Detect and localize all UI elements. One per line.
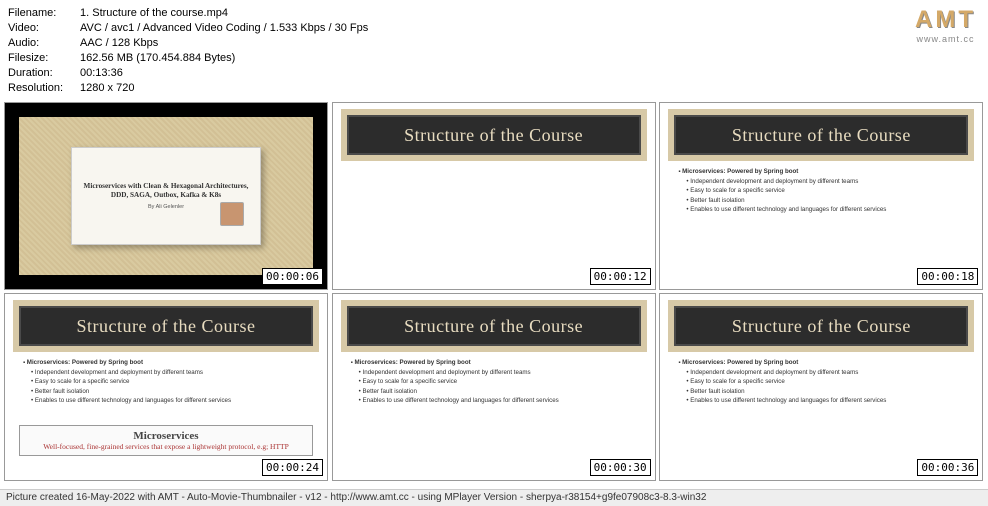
thumbnail-6[interactable]: Structure of the Course Microservices: P… bbox=[659, 293, 983, 481]
timestamp-badge: 00:00:30 bbox=[590, 459, 651, 476]
callout-subtitle: Well-focused, fine-grained services that… bbox=[28, 442, 304, 451]
timestamp-badge: 00:00:12 bbox=[590, 268, 651, 285]
timestamp-badge: 00:00:18 bbox=[917, 268, 978, 285]
thumbnail-2[interactable]: Structure of the Course 00:00:12 bbox=[332, 102, 656, 290]
author-avatar bbox=[220, 202, 244, 226]
filesize-value: 162.56 MB (170.454.884 Bytes) bbox=[80, 51, 980, 66]
intro-plaque: Microservices with Clean & Hexagonal Arc… bbox=[71, 147, 261, 245]
bullet-level2: Independent development and deployment b… bbox=[351, 368, 637, 377]
bullet-level2: Enables to use different technology and … bbox=[678, 396, 964, 405]
slide-header: Structure of the Course bbox=[674, 115, 968, 155]
thumbnail-3[interactable]: Structure of the Course Microservices: P… bbox=[659, 102, 983, 290]
logo-text: AMT bbox=[915, 6, 976, 34]
filename-value: 1. Structure of the course.mp4 bbox=[80, 6, 980, 21]
logo-url: www.amt.cc bbox=[915, 34, 976, 44]
slide-body: Microservices: Powered by Spring boot In… bbox=[660, 356, 982, 407]
thumbnail-5[interactable]: Structure of the Course Microservices: P… bbox=[332, 293, 656, 481]
bullet-level2: Better fault isolation bbox=[678, 387, 964, 396]
bullet-level2: Better fault isolation bbox=[678, 196, 964, 205]
bullet-level1: Microservices: Powered by Spring boot bbox=[23, 358, 309, 368]
bullet-level2: Enables to use different technology and … bbox=[678, 205, 964, 214]
slide-body: Microservices: Powered by Spring boot In… bbox=[333, 356, 655, 407]
bullet-level2: Easy to scale for a specific service bbox=[678, 377, 964, 386]
bullet-level2: Easy to scale for a specific service bbox=[678, 186, 964, 195]
plaque-author: By Ali Gelenler bbox=[148, 204, 184, 210]
slide-body: Microservices: Powered by Spring boot In… bbox=[660, 165, 982, 216]
audio-value: AAC / 128 Kbps bbox=[80, 36, 980, 51]
filesize-label: Filesize: bbox=[8, 51, 80, 66]
bullet-level2: Enables to use different technology and … bbox=[23, 396, 309, 405]
plaque-title: Microservices with Clean & Hexagonal Arc… bbox=[80, 182, 252, 201]
bullet-level1: Microservices: Powered by Spring boot bbox=[351, 358, 637, 368]
bullet-level2: Better fault isolation bbox=[351, 387, 637, 396]
video-value: AVC / avc1 / Advanced Video Coding / 1.5… bbox=[80, 21, 980, 36]
duration-value: 00:13:36 bbox=[80, 66, 980, 81]
resolution-value: 1280 x 720 bbox=[80, 81, 980, 96]
bullet-level2: Independent development and deployment b… bbox=[23, 368, 309, 377]
timestamp-badge: 00:00:36 bbox=[917, 459, 978, 476]
bullet-level2: Independent development and deployment b… bbox=[678, 368, 964, 377]
bullet-level2: Easy to scale for a specific service bbox=[23, 377, 309, 386]
filename-label: Filename: bbox=[8, 6, 80, 21]
timestamp-badge: 00:00:06 bbox=[262, 268, 323, 285]
slide-body: Microservices: Powered by Spring boot In… bbox=[5, 356, 327, 407]
timestamp-badge: 00:00:24 bbox=[262, 459, 323, 476]
callout-title: Microservices bbox=[28, 430, 304, 442]
slide-header: Structure of the Course bbox=[674, 306, 968, 346]
thumbnail-grid: Microservices with Clean & Hexagonal Arc… bbox=[0, 100, 988, 483]
bullet-level1: Microservices: Powered by Spring boot bbox=[678, 358, 964, 368]
bullet-level2: Enables to use different technology and … bbox=[351, 396, 637, 405]
microservices-callout: Microservices Well-focused, fine-grained… bbox=[19, 425, 313, 456]
amt-logo: AMT www.amt.cc bbox=[915, 6, 976, 44]
video-label: Video: bbox=[8, 21, 80, 36]
bullet-level2: Better fault isolation bbox=[23, 387, 309, 396]
slide-header: Structure of the Course bbox=[19, 306, 313, 346]
thumbnail-1[interactable]: Microservices with Clean & Hexagonal Arc… bbox=[4, 102, 328, 290]
thumbnail-4[interactable]: Structure of the Course Microservices: P… bbox=[4, 293, 328, 481]
footer-credit: Picture created 16-May-2022 with AMT - A… bbox=[0, 489, 988, 506]
bullet-level1: Microservices: Powered by Spring boot bbox=[678, 167, 964, 177]
bullet-level2: Easy to scale for a specific service bbox=[351, 377, 637, 386]
resolution-label: Resolution: bbox=[8, 81, 80, 96]
slide-header: Structure of the Course bbox=[347, 306, 641, 346]
duration-label: Duration: bbox=[8, 66, 80, 81]
bullet-level2: Independent development and deployment b… bbox=[678, 177, 964, 186]
metadata-panel: Filename:1. Structure of the course.mp4 … bbox=[0, 0, 988, 100]
audio-label: Audio: bbox=[8, 36, 80, 51]
slide-header: Structure of the Course bbox=[347, 115, 641, 155]
